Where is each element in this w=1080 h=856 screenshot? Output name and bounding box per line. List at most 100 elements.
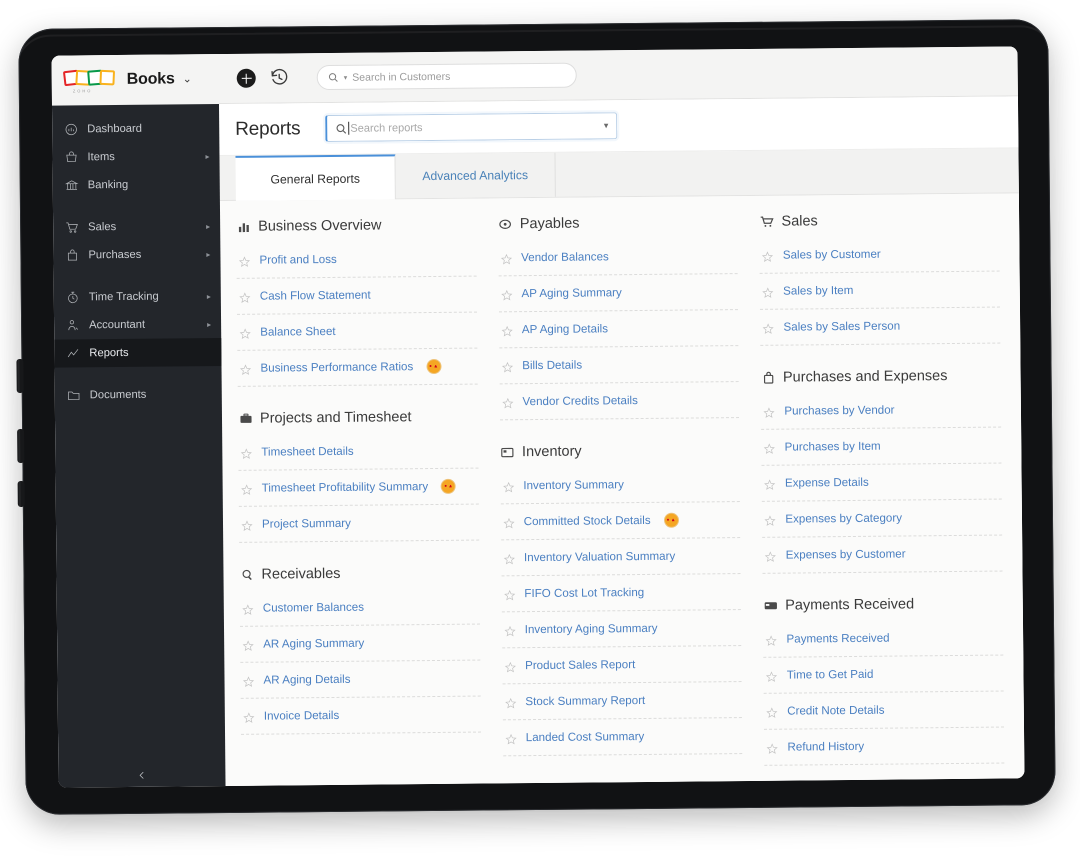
report-link-row[interactable]: FIFO Cost Lot Tracking [501,574,742,613]
favorite-star-icon[interactable] [504,624,516,636]
report-link-row[interactable]: Payments Received [763,619,1004,658]
sidebar-item-items[interactable]: Items ▸ [52,142,219,172]
favorite-star-icon[interactable] [766,705,778,718]
favorite-star-icon[interactable] [504,660,516,672]
favorite-star-icon[interactable] [238,254,251,267]
favorite-star-icon[interactable] [766,741,779,754]
report-link-row[interactable]: Cash Flow Statement [236,276,477,315]
sidebar-item-purchases[interactable]: Purchases ▸ [53,240,220,270]
report-link-row[interactable]: AR Aging Details [240,660,481,699]
global-search-box[interactable]: ▾ Search in Customers [316,62,577,91]
report-link-row[interactable]: Sales by Item [759,271,1000,310]
favorite-star-icon[interactable] [501,360,513,372]
report-link-row[interactable]: Purchases by Item [761,427,1002,466]
favorite-star-icon[interactable] [765,633,778,646]
report-link-row[interactable]: Vendor Balances [497,238,738,277]
sidebar-item-label: Banking [87,178,129,192]
sidebar-item-sales[interactable]: Sales ▸ [53,212,220,242]
favorite-star-icon[interactable] [762,285,774,298]
report-link-row[interactable]: Balance Sheet [237,312,478,351]
report-link-row[interactable]: Landed Cost Summary [502,718,743,757]
report-link-row[interactable]: Timesheet Details [238,432,479,471]
sidebar-item-accountant[interactable]: Accountant ▸ [54,310,221,340]
favorite-star-icon[interactable] [504,696,516,708]
report-link-row[interactable]: Expenses by Customer [762,535,1003,574]
report-search-box[interactable]: Search reports ▾ [325,112,618,143]
favorite-star-icon[interactable] [242,638,254,651]
global-search-input[interactable]: Search in Customers [352,70,450,83]
sidebar-collapse-button[interactable] [58,769,225,782]
report-link-row[interactable]: AR Aging Summary [240,624,481,663]
favorite-star-icon[interactable] [240,446,252,459]
favorite-star-icon[interactable] [239,290,251,303]
favorite-star-icon[interactable] [764,477,776,490]
search-icon [328,73,338,82]
favorite-star-icon[interactable] [762,321,775,334]
favorite-star-icon[interactable] [764,441,776,454]
favorite-star-icon[interactable] [239,326,251,339]
favorite-star-icon[interactable] [762,249,774,262]
favorite-star-icon[interactable] [241,518,253,531]
chevron-down-icon[interactable]: ⌄ [183,72,192,85]
search-scope-chevron-icon[interactable]: ▾ [344,73,348,81]
report-link-row[interactable]: Bills Details [499,346,740,385]
report-link-row[interactable]: Committed Stock Details [500,502,741,541]
section-title: Sales [781,213,818,230]
volume-up-button[interactable] [16,358,24,393]
favorite-star-icon[interactable] [766,669,778,682]
favorite-star-icon[interactable] [763,405,775,418]
favorite-star-icon[interactable] [503,588,515,600]
report-link-row[interactable]: Vendor Credits Details [499,382,740,421]
report-link-row[interactable]: Invoice Details [240,696,481,735]
report-link-row[interactable]: Refund History [764,727,1005,766]
report-search-input[interactable]: Search reports [350,122,422,135]
report-link-row[interactable]: AP Aging Details [498,310,739,349]
favorite-star-icon[interactable] [501,396,514,408]
tab-general-reports[interactable]: General Reports [235,154,396,201]
favorite-star-icon[interactable] [242,602,254,615]
favorite-star-icon[interactable] [501,324,513,336]
favorite-star-icon[interactable] [242,674,255,687]
report-link-row[interactable]: Customer Balances [239,588,480,627]
report-link-row[interactable]: Stock Summary Report [502,682,743,721]
sidebar-item-time-tracking[interactable]: Time Tracking ▸ [54,282,221,312]
report-link-row[interactable]: Inventory Summary [500,466,741,505]
power-button[interactable] [17,480,25,507]
report-link-row[interactable]: AP Aging Summary [498,274,739,313]
favorite-star-icon[interactable] [241,482,253,495]
report-link-row[interactable]: Inventory Valuation Summary [500,538,741,577]
favorite-star-icon[interactable] [503,516,515,528]
brand-logo-area[interactable]: ZOHO Books ⌄ [51,53,219,106]
report-link-row[interactable]: Time to Get Paid [763,655,1004,694]
favorite-star-icon[interactable] [503,552,515,564]
report-link-row[interactable]: Product Sales Report [501,646,742,685]
favorite-star-icon[interactable] [502,480,514,492]
report-link-row[interactable]: Sales by Sales Person [760,307,1001,346]
report-link-row[interactable]: Sales by Customer [759,235,1000,274]
report-link-row[interactable]: Expense Details [761,463,1002,502]
report-link-row[interactable]: Profit and Loss [236,240,477,279]
favorite-star-icon[interactable] [243,710,255,723]
add-new-icon[interactable] [236,68,256,88]
report-link-row[interactable]: Inventory Aging Summary [501,610,742,649]
favorite-star-icon[interactable] [239,362,252,375]
report-link-row[interactable]: Purchases by Vendor [761,391,1002,430]
favorite-star-icon[interactable] [500,288,513,300]
report-link-row[interactable]: Credit Note Details [764,691,1005,730]
report-link-row[interactable]: Expenses by Category [762,499,1003,538]
favorite-star-icon[interactable] [500,252,512,264]
favorite-star-icon[interactable] [505,732,517,744]
recent-history-icon[interactable] [270,68,289,87]
chevron-down-icon[interactable]: ▾ [604,120,609,131]
report-link-row[interactable]: Timesheet Profitability Summary [238,468,479,507]
sidebar-item-dashboard[interactable]: Dashboard [52,114,219,144]
report-link-row[interactable]: Project Summary [238,504,479,543]
favorite-star-icon[interactable] [764,513,776,526]
sidebar-item-reports[interactable]: Reports [54,338,222,368]
sidebar-item-banking[interactable]: Banking [53,170,220,200]
sidebar-item-documents[interactable]: Documents [55,380,222,410]
tab-advanced-analytics[interactable]: Advanced Analytics [395,152,556,199]
favorite-star-icon[interactable] [765,549,777,562]
volume-down-button[interactable] [17,428,25,463]
report-link-row[interactable]: Business Performance Ratios [237,348,478,387]
